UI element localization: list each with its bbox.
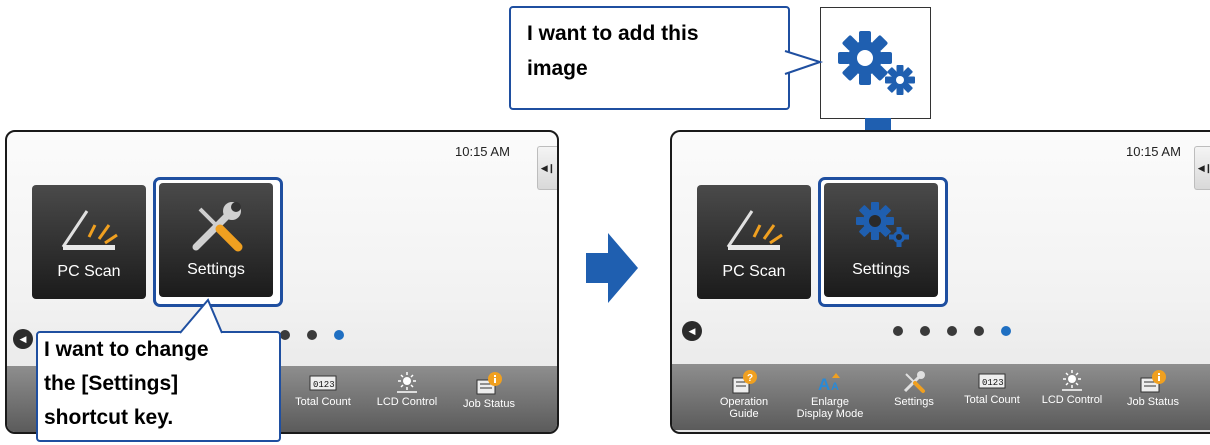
wrench-screwdriver-icon [192,202,243,252]
wrench-screwdriver-icon [903,371,925,393]
scanner-icon [726,210,783,250]
callout-line: image [527,57,588,80]
back-button[interactable]: ◀ [13,329,33,349]
bar-label: Job Status [1127,396,1179,408]
bar-item-enlarge-display[interactable]: A A Enlarge Display Mode [790,364,870,420]
svg-text:A: A [831,381,839,393]
counter-digits: 0123 [313,380,335,390]
gear-icon [856,202,909,247]
scanner-icon [61,210,118,250]
brightness-icon [1062,370,1082,391]
pc-scan-tile[interactable]: PC Scan [697,185,811,299]
callout-line: the [Settings] [44,372,179,395]
page-dot[interactable] [893,326,903,336]
bar-label: Operation [719,396,769,408]
page-indicator [893,326,1011,336]
job-status-icon [1140,370,1166,393]
pc-scan-tile[interactable]: PC Scan [32,185,146,299]
svg-text:A: A [818,375,830,394]
job-status-icon [476,372,502,395]
bar-label: Job Status [463,398,515,410]
bar-label: LCD Control [1041,394,1103,406]
bar-item-lcd-control[interactable]: LCD Control [1032,364,1112,406]
bar-item-operation-guide[interactable]: ? Operation Guide [704,364,784,420]
bar-item-settings[interactable]: Settings [874,364,954,408]
bar-label: Total Count [295,396,351,408]
bar-label: Display Mode [796,408,864,420]
page-dot[interactable] [280,330,290,340]
page-dot[interactable] [974,326,984,336]
gear-icon [838,31,915,95]
page-dot[interactable] [920,326,930,336]
new-image-box [820,7,931,119]
tile-label: PC Scan [57,263,121,280]
tile-label: Settings [187,261,245,278]
bar-item-total-count[interactable]: 0123 Total Count [952,364,1032,406]
brightness-icon [397,372,417,393]
bar-label: Total Count [964,394,1020,406]
bar-item-job-status[interactable]: Job Status [449,366,529,410]
side-panel-tab[interactable]: ◀❙ [537,146,557,190]
enlarge-icon: A A [818,373,840,394]
callout-change-shortcut: I want to change the [Settings] shortcut… [36,331,281,442]
right-touch-panel: 10:15 AM ◀❙ PC Scan [670,130,1210,434]
counter-icon: 0123 [309,375,337,391]
tile-label: Settings [852,261,910,278]
bar-label: Settings [894,396,934,408]
page-dot-active[interactable] [1001,326,1011,336]
counter-icon: 0123 [978,373,1006,389]
callout-add-image: I want to add this image [509,6,790,110]
callout-pointer [179,298,223,334]
page-dot[interactable] [307,330,317,340]
page-dot-active[interactable] [334,330,344,340]
bar-label: Enlarge [811,396,849,408]
page-dot[interactable] [947,326,957,336]
shortcut-bar: ? Operation Guide A A Enlarge Display Mo… [672,364,1210,430]
side-panel-tab[interactable]: ◀❙ [1194,146,1210,190]
clock: 10:15 AM [455,144,510,159]
page-indicator [280,330,344,340]
help-icon: ? [732,370,757,394]
settings-tile[interactable]: Settings [159,183,273,297]
callout-line: shortcut key. [44,406,174,429]
bar-item-job-status[interactable]: Job Status [1113,364,1193,408]
callout-line: I want to add this [527,22,699,45]
counter-digits: 0123 [982,378,1004,388]
back-button[interactable]: ◀ [682,321,702,341]
bar-item-lcd-control[interactable]: LCD Control [367,366,447,408]
bar-label: LCD Control [376,396,438,408]
settings-tile[interactable]: Settings [824,183,938,297]
svg-text:?: ? [747,373,753,384]
bar-item-total-count[interactable]: 0123 Total Count [283,366,363,408]
bar-label: Guide [729,408,759,420]
tile-label: PC Scan [722,263,786,280]
callout-pointer [784,50,824,75]
right-arrow-icon [586,233,638,303]
callout-line: I want to change [44,338,209,361]
clock: 10:15 AM [1126,144,1181,159]
